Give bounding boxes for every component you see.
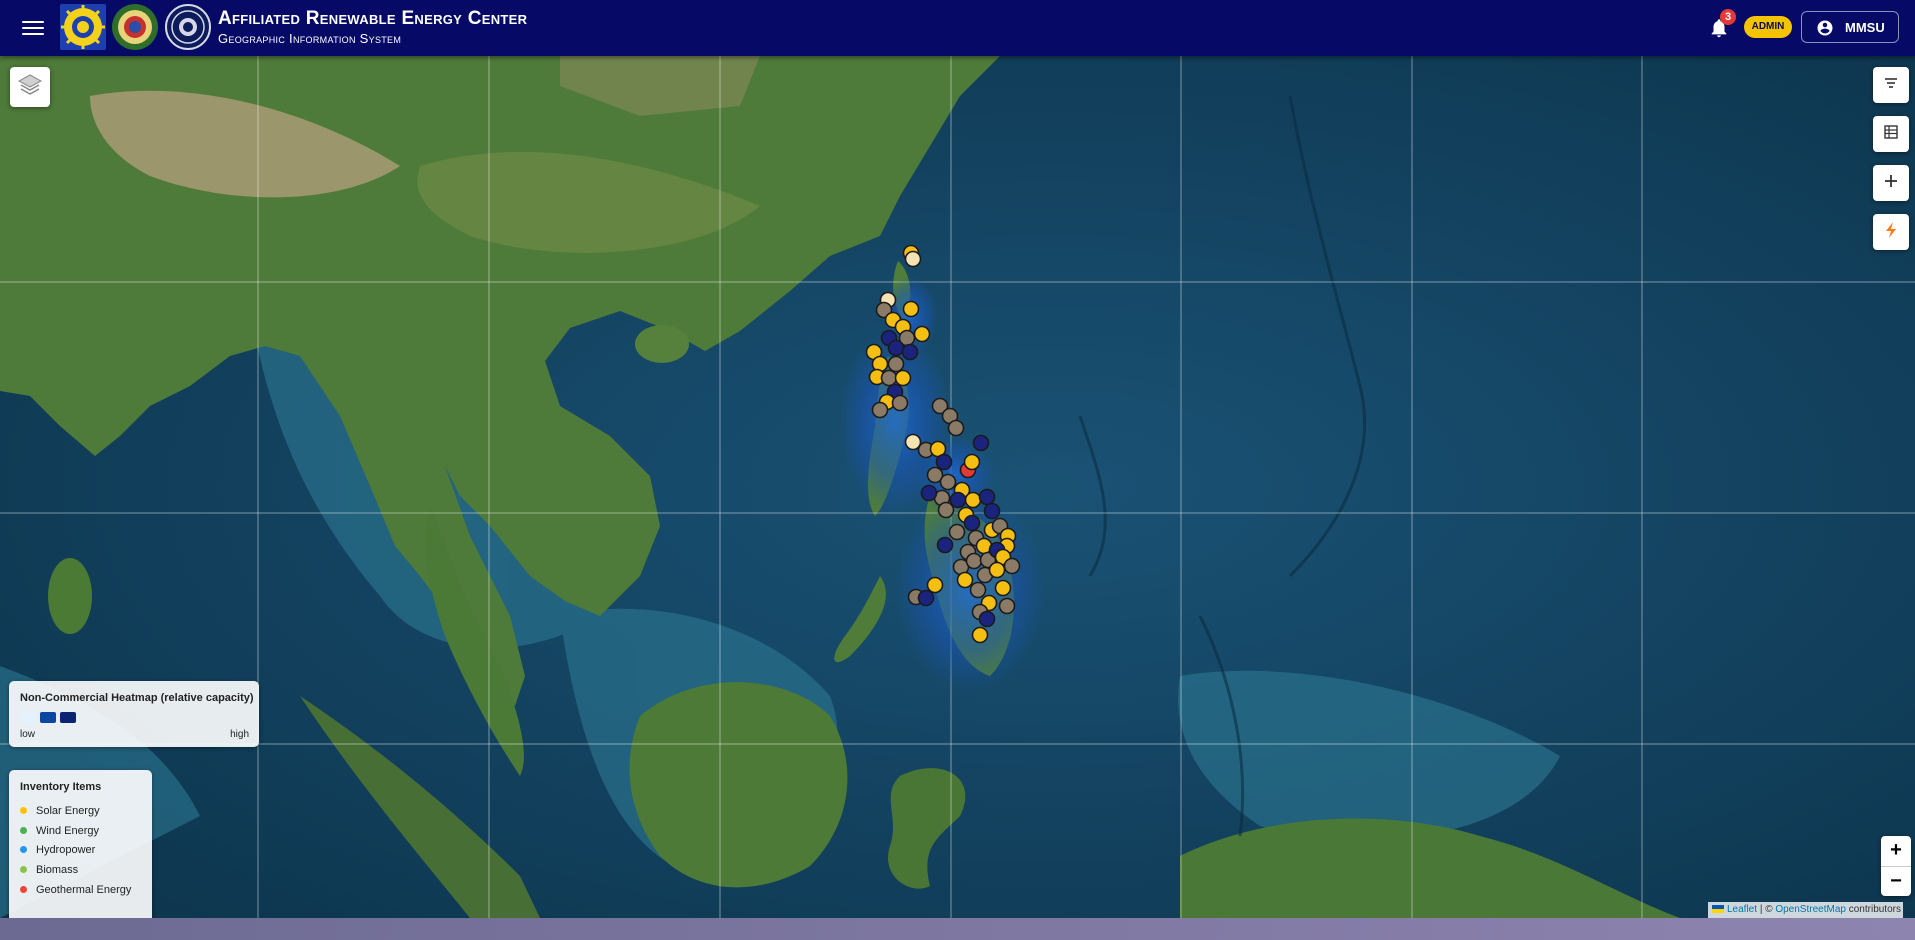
inventory-legend-title: Inventory Items [20, 781, 102, 793]
map-marker-solar[interactable] [902, 300, 920, 318]
map-marker-hydro[interactable] [917, 589, 935, 607]
ukraine-flag-icon [1712, 905, 1724, 914]
hydro-dot-icon [20, 845, 27, 853]
map-marker-hydro[interactable] [978, 610, 996, 628]
map-marker-hydro[interactable] [920, 484, 938, 502]
user-menu-button[interactable]: MMSU [1801, 11, 1899, 43]
lightning-icon [1883, 221, 1899, 244]
heat-low-label: low [20, 729, 36, 740]
map-marker-solar[interactable] [964, 491, 982, 509]
heat-swatch-mid [40, 712, 56, 723]
map-marker-hydro[interactable] [936, 536, 954, 554]
institute-logo [165, 4, 211, 50]
map-marker-solar[interactable] [963, 453, 981, 471]
map-marker-solar[interactable] [894, 369, 912, 387]
account-circle-icon [1816, 19, 1834, 42]
table-icon [1883, 124, 1899, 145]
map-view[interactable]: + − Leaflet | © OpenStreetMap contributo… [0, 56, 1915, 918]
heatmap-legend: Non-Commercial Heatmap (relative capacit… [9, 681, 259, 747]
heat-swatch-high [60, 712, 76, 723]
biomass-dot-icon [20, 865, 27, 873]
map-marker-other[interactable] [880, 369, 898, 387]
table-button[interactable] [1873, 116, 1909, 152]
map-marker-solar[interactable] [994, 579, 1012, 597]
notification-badge: 3 [1720, 9, 1736, 25]
user-label: MMSU [1845, 20, 1885, 35]
leaflet-link[interactable]: Leaflet [1727, 904, 1757, 915]
map-marker-other[interactable] [969, 581, 987, 599]
map-marker-hydro[interactable] [887, 339, 905, 357]
map-marker-other[interactable] [937, 501, 955, 519]
map-marker-solar[interactable] [988, 561, 1006, 579]
map-marker-other[interactable] [947, 419, 965, 437]
filter-button[interactable] [1873, 67, 1909, 103]
filter-icon [1883, 75, 1899, 96]
zoom-out-button[interactable]: − [1881, 867, 1911, 897]
map-marker-solar[interactable] [913, 325, 931, 343]
role-badge: ADMIN [1744, 16, 1792, 38]
layers-icon [17, 73, 43, 101]
heatmap-legend-title: Non-Commercial Heatmap (relative capacit… [20, 692, 254, 704]
map-marker-hydro[interactable] [901, 343, 919, 361]
menu-icon[interactable] [22, 17, 44, 39]
osm-link[interactable]: OpenStreetMap [1775, 904, 1846, 915]
map-marker-solar[interactable] [971, 626, 989, 644]
legend-item-solar: Solar Energy [20, 803, 100, 819]
map-marker-other[interactable] [965, 552, 983, 570]
satellite-basemap [0, 56, 1915, 918]
attribution-separator: | © [1759, 904, 1773, 915]
heat-high-label: high [230, 729, 249, 740]
map-marker-other[interactable] [891, 394, 909, 412]
map-marker-hydro[interactable] [978, 488, 996, 506]
geothermal-dot-icon [20, 885, 27, 893]
zoom-control: + − [1881, 836, 1911, 896]
app-header: Affiliated Renewable Energy Center Geogr… [0, 0, 1915, 56]
map-marker-other[interactable] [998, 597, 1016, 615]
inventory-legend: Inventory Items Solar Energy Wind Energy… [9, 770, 152, 918]
university-logo [112, 4, 158, 50]
wind-dot-icon [20, 826, 27, 834]
app-subtitle: Geographic Information System [218, 31, 402, 46]
map-marker-solar[interactable] [926, 576, 944, 594]
map-marker-other[interactable] [887, 355, 905, 373]
map-marker-highlight[interactable] [904, 250, 922, 268]
map-marker-other[interactable] [871, 401, 889, 419]
legend-item-biomass: Biomass [20, 862, 78, 878]
map-marker-hydro[interactable] [935, 453, 953, 471]
map-marker-other[interactable] [939, 473, 957, 491]
footer-bar [0, 918, 1915, 940]
map-marker-other[interactable] [948, 523, 966, 541]
attribution-suffix: contributors [1848, 904, 1901, 915]
map-marker-solar[interactable] [956, 571, 974, 589]
legend-item-hydro: Hydropower [20, 842, 95, 858]
solar-dot-icon [20, 806, 27, 814]
layer-control-button[interactable] [10, 67, 50, 107]
legend-item-wind: Wind Energy [20, 823, 99, 839]
map-marker-hydro[interactable] [983, 502, 1001, 520]
map-marker-hydro[interactable] [972, 434, 990, 452]
borneo-landmass [629, 682, 848, 888]
energy-button[interactable] [1873, 214, 1909, 250]
zoom-in-button[interactable]: + [1881, 836, 1911, 867]
map-attribution: Leaflet | © OpenStreetMap contributors [1708, 902, 1903, 918]
map-marker-hydro[interactable] [963, 514, 981, 532]
legend-item-geothermal: Geothermal Energy [20, 882, 131, 898]
heat-swatch-low [20, 712, 36, 723]
seal-logo [60, 4, 106, 50]
map-marker-other[interactable] [1003, 557, 1021, 575]
add-icon [1883, 173, 1899, 194]
app-title: Affiliated Renewable Energy Center [218, 8, 528, 29]
add-button[interactable] [1873, 165, 1909, 201]
